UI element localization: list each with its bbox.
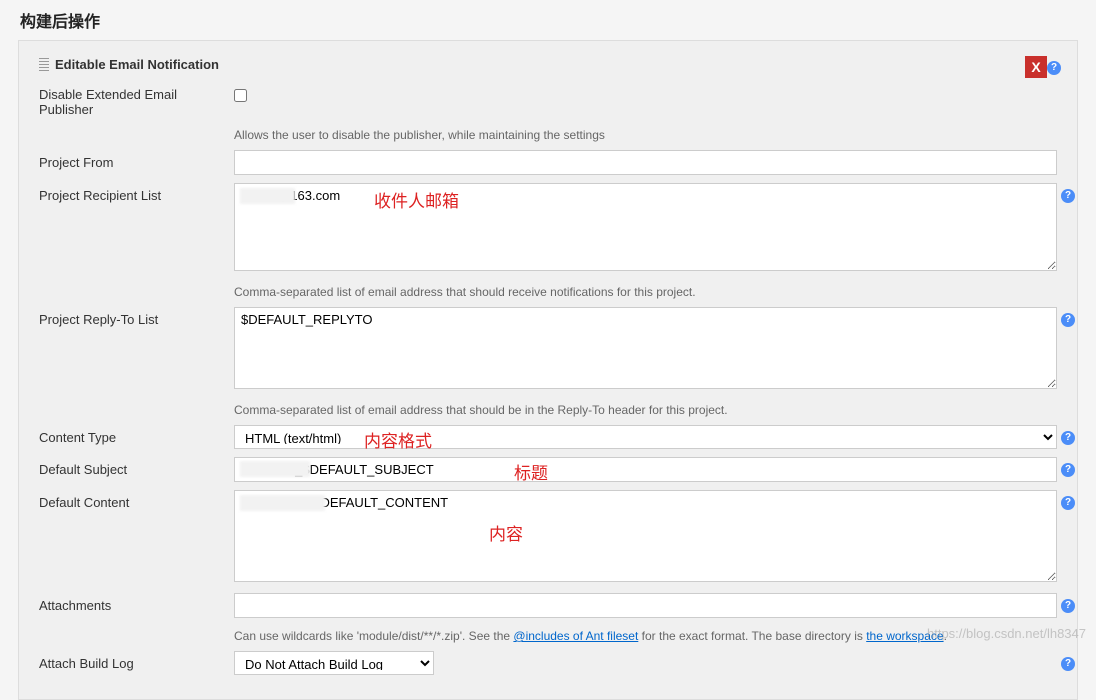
label-default-subject: Default Subject: [39, 457, 234, 477]
label-disable-publisher: Disable Extended Email Publisher: [39, 82, 234, 117]
watermark: https://blog.csdn.net/lh8347: [927, 626, 1086, 641]
section-title: 构建后操作: [0, 0, 1096, 40]
row-content-type: Content Type HTML (text/html) ? 内容格式: [39, 421, 1057, 453]
help-icon[interactable]: ?: [1061, 431, 1075, 445]
label-default-content: Default Content: [39, 490, 234, 510]
blur-redaction: [240, 495, 325, 511]
row-replyto-help: Comma-separated list of email address th…: [39, 396, 1057, 421]
checkbox-disable-publisher[interactable]: [234, 89, 247, 102]
label-attach-log: Attach Build Log: [39, 651, 234, 671]
label-attachments: Attachments: [39, 593, 234, 613]
help-disable-publisher: Allows the user to disable the publisher…: [234, 125, 1057, 142]
label-recipient-list: Project Recipient List: [39, 183, 234, 203]
input-attachments[interactable]: [234, 593, 1057, 618]
close-button[interactable]: X: [1025, 56, 1047, 78]
help-recipient: Comma-separated list of email address th…: [234, 282, 1057, 299]
drag-handle-icon[interactable]: [39, 58, 49, 72]
input-project-from[interactable]: [234, 150, 1057, 175]
textarea-replyto-list[interactable]: $DEFAULT_REPLYTO: [234, 307, 1057, 389]
select-attach-log[interactable]: Do Not Attach Build Log: [234, 651, 434, 675]
row-recipient-list: Project Recipient List @163.com ? 收件人邮箱: [39, 179, 1057, 278]
help-replyto: Comma-separated list of email address th…: [234, 400, 1057, 417]
post-build-panel: X ? Editable Email Notification Disable …: [18, 40, 1078, 700]
email-notification-block: X ? Editable Email Notification Disable …: [29, 51, 1067, 689]
link-ant-fileset[interactable]: @includes of Ant fileset: [513, 629, 638, 643]
row-attach-log: Attach Build Log Do Not Attach Build Log…: [39, 647, 1057, 679]
help-icon[interactable]: ?: [1061, 189, 1075, 203]
label-replyto-list: Project Reply-To List: [39, 307, 234, 327]
blur-redaction: [240, 188, 295, 204]
row-default-content: Default Content $DEFAULT_CONTENT ? 内容: [39, 486, 1057, 589]
help-icon[interactable]: ?: [1061, 496, 1075, 510]
label-content-type: Content Type: [39, 425, 234, 445]
row-recipient-help: Comma-separated list of email address th…: [39, 278, 1057, 303]
block-title: Editable Email Notification: [55, 57, 219, 72]
textarea-recipient-list[interactable]: @163.com: [234, 183, 1057, 271]
row-attachments: Attachments ?: [39, 589, 1057, 622]
textarea-default-content[interactable]: $DEFAULT_CONTENT: [234, 490, 1057, 582]
label-project-from: Project From: [39, 150, 234, 170]
select-content-type[interactable]: HTML (text/html): [234, 425, 1057, 449]
row-replyto-list: Project Reply-To List $DEFAULT_REPLYTO ?: [39, 303, 1057, 396]
help-icon[interactable]: ?: [1047, 61, 1061, 75]
row-project-from: Project From: [39, 146, 1057, 179]
help-icon[interactable]: ?: [1061, 313, 1075, 327]
row-disable-help: Allows the user to disable the publisher…: [39, 121, 1057, 146]
row-default-subject: Default Subject ? 标题: [39, 453, 1057, 486]
help-icon[interactable]: ?: [1061, 599, 1075, 613]
help-icon[interactable]: ?: [1061, 463, 1075, 477]
help-icon[interactable]: ?: [1061, 657, 1075, 671]
input-default-subject[interactable]: [234, 457, 1057, 482]
row-attachments-help: Can use wildcards like 'module/dist/**/*…: [39, 622, 1057, 647]
row-disable-publisher: Disable Extended Email Publisher: [39, 78, 1057, 121]
blur-redaction: [240, 461, 310, 477]
block-header: Editable Email Notification: [39, 51, 1057, 78]
